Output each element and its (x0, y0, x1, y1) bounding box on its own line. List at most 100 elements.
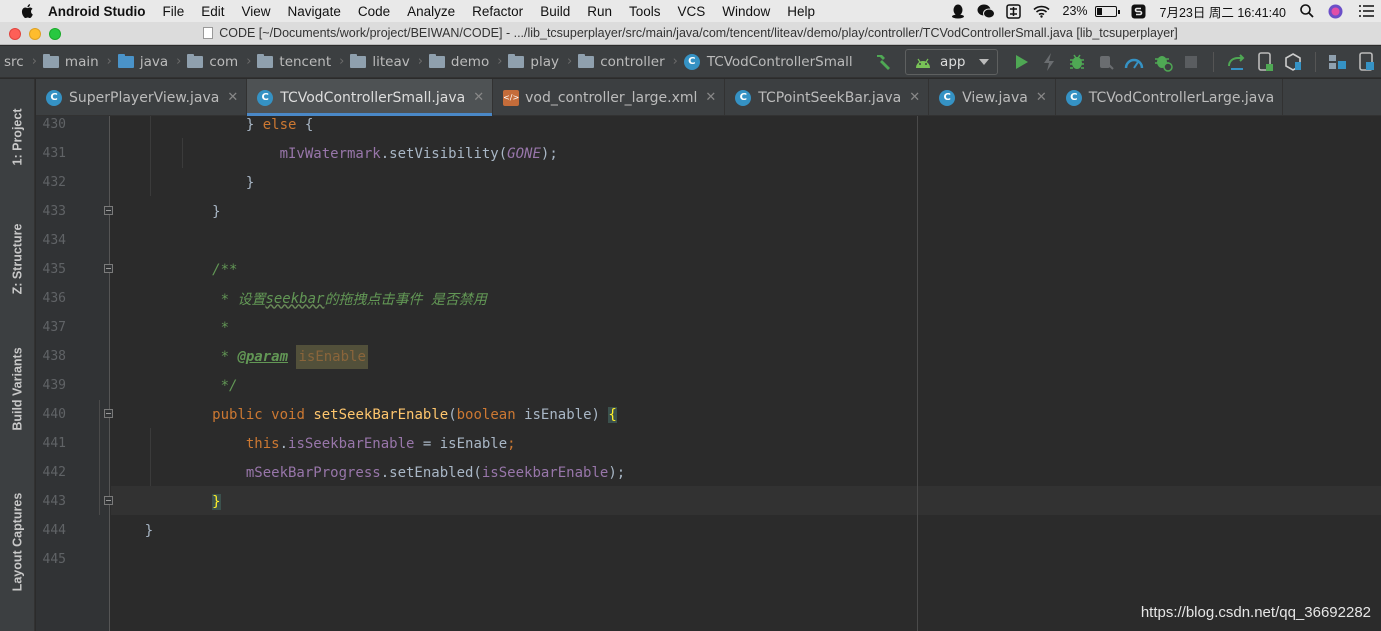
chevron-down-icon (979, 58, 990, 65)
close-tab-icon[interactable]: ✕ (473, 90, 484, 105)
code-line-435: /** (212, 261, 238, 278)
menu-file[interactable]: File (162, 4, 184, 19)
toolbar-separator (1315, 51, 1317, 72)
breadcrumb-liteav[interactable]: liteav (346, 46, 415, 78)
code-line-436: * 设置 seekbar 的拖拽点击事件 是否禁用 (212, 290, 487, 308)
clock[interactable]: 7月23日 周二 16:41:40 (1160, 2, 1286, 21)
sdk-manager-icon[interactable] (1283, 50, 1303, 74)
menu-tools[interactable]: Tools (629, 4, 661, 19)
code-line-431: mIvWatermark .setVisibility(GONE); (279, 145, 558, 162)
code-line-430: } else { (245, 116, 314, 133)
menu-help[interactable]: Help (787, 4, 815, 19)
input-method-icon[interactable] (1005, 3, 1023, 19)
breadcrumb-separator: › (497, 54, 503, 69)
close-tab-icon[interactable]: ✕ (1036, 90, 1047, 105)
run-icon[interactable] (1010, 50, 1030, 74)
wechat-icon[interactable] (977, 4, 995, 18)
watermark-url: https://blog.csdn.net/qq_36692282 (1140, 604, 1371, 621)
battery-icon[interactable] (1094, 5, 1120, 17)
menu-navigate[interactable]: Navigate (288, 4, 341, 19)
make-project-hammer-icon[interactable] (873, 50, 893, 74)
notification-center-icon[interactable] (1357, 4, 1375, 18)
sync-gradle-icon[interactable] (1226, 50, 1246, 74)
package-icon (187, 53, 204, 68)
tool-tab-project[interactable]: 1: Project (0, 87, 35, 187)
menu-analyze[interactable]: Analyze (407, 4, 455, 19)
line-number: 435 (42, 262, 66, 277)
project-structure-icon[interactable] (1328, 50, 1348, 74)
breadcrumb-main[interactable]: main (39, 46, 105, 78)
search-icon[interactable] (1298, 4, 1316, 18)
breadcrumb-com[interactable]: com (183, 46, 244, 78)
breadcrumb-play[interactable]: play (504, 46, 565, 78)
attach-debugger-icon[interactable] (1096, 50, 1116, 74)
menu-vcs[interactable]: VCS (678, 4, 706, 19)
code-line-440: public void setSeekBarEnable(boolean isE… (212, 406, 617, 423)
macos-menu-bar: Android Studio File Edit View Navigate C… (0, 0, 1381, 22)
menu-run[interactable]: Run (587, 4, 612, 19)
tab-tcvodcontrollerlarge[interactable]: C TCVodControllerLarge.java (1056, 79, 1284, 116)
menu-code[interactable]: Code (358, 4, 390, 19)
left-tool-window-bar: 1: Project Z: Structure Build Variants L… (0, 79, 35, 631)
siri-icon[interactable] (1326, 4, 1344, 18)
breadcrumb-src[interactable]: src (0, 46, 30, 78)
breadcrumb-separator: › (31, 54, 37, 69)
qq-icon[interactable] (949, 4, 967, 18)
wifi-icon[interactable] (1033, 4, 1051, 18)
close-tab-icon[interactable]: ✕ (909, 90, 920, 105)
maximize-window-button[interactable] (49, 28, 61, 40)
breadcrumb-tencent[interactable]: tencent (253, 46, 337, 78)
window-title: CODE [~/Documents/work/project/BEIWAN/CO… (219, 26, 1178, 40)
close-tab-icon[interactable]: ✕ (705, 90, 716, 105)
tab-tcpointseekbar[interactable]: C TCPointSeekBar.java ✕ (725, 79, 930, 116)
run-configuration-dropdown[interactable]: app (905, 48, 999, 75)
tab-view[interactable]: C View.java ✕ (929, 79, 1056, 116)
tool-tab-layout-captures[interactable]: Layout Captures (0, 474, 35, 609)
apple-icon[interactable] (18, 4, 36, 18)
profile-icon[interactable] (1124, 50, 1144, 74)
close-window-button[interactable] (9, 28, 21, 40)
xml-icon: </> (503, 89, 519, 106)
debug-icon[interactable] (1067, 50, 1087, 74)
breadcrumb-separator: › (106, 54, 112, 69)
line-number: 436 (42, 291, 66, 306)
debug-settings-icon[interactable] (1153, 50, 1173, 74)
breadcrumb-separator: › (672, 54, 678, 69)
code-line-432: } (111, 174, 255, 191)
package-icon (508, 53, 525, 68)
sync-app-icon[interactable] (1130, 4, 1148, 18)
breadcrumb-demo[interactable]: demo (425, 46, 495, 78)
breadcrumb-separator: › (567, 54, 573, 69)
android-icon (916, 58, 931, 68)
breadcrumb-class[interactable]: C TCVodControllerSmall (680, 46, 859, 78)
menu-edit[interactable]: Edit (201, 4, 224, 19)
avd-manager-icon[interactable] (1255, 50, 1275, 74)
tool-tab-build-variants[interactable]: Build Variants (0, 329, 35, 449)
class-icon: C (257, 89, 274, 106)
device-file-explorer-icon[interactable] (1357, 50, 1377, 74)
stop-icon[interactable] (1181, 50, 1201, 74)
right-margin-guide (917, 116, 918, 631)
menu-view[interactable]: View (242, 4, 271, 19)
line-number: 441 (42, 436, 66, 451)
tab-vod-controller-large-xml[interactable]: </> vod_controller_large.xml ✕ (493, 79, 726, 116)
breadcrumb-separator: › (417, 54, 423, 69)
package-icon (428, 53, 445, 68)
window-title-bar: CODE [~/Documents/work/project/BEIWAN/CO… (0, 22, 1381, 45)
code-line-444: } (111, 522, 154, 539)
minimize-window-button[interactable] (29, 28, 41, 40)
menu-window[interactable]: Window (722, 4, 770, 19)
menu-build[interactable]: Build (540, 4, 570, 19)
breadcrumb-java[interactable]: java (114, 46, 174, 78)
breadcrumb-controller[interactable]: controller (574, 46, 670, 78)
menu-app-name[interactable]: Android Studio (48, 4, 145, 19)
package-icon (350, 53, 367, 68)
code-editor[interactable] (111, 116, 1381, 631)
apply-changes-icon[interactable] (1039, 50, 1059, 74)
close-tab-icon[interactable]: ✕ (227, 90, 238, 105)
line-number: 443 (42, 494, 66, 509)
battery-percent: 23% (1062, 4, 1088, 18)
tool-tab-structure[interactable]: Z: Structure (0, 209, 35, 309)
menu-refactor[interactable]: Refactor (472, 4, 523, 19)
navigation-bar: src › main › java › com › tencent › lite… (0, 46, 1381, 78)
